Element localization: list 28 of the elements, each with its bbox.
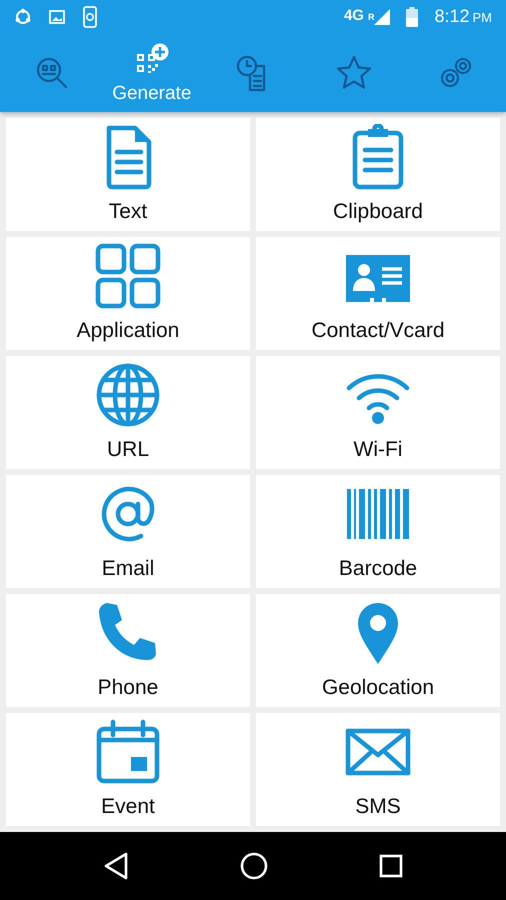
back-icon[interactable]: [103, 852, 130, 880]
home-icon[interactable]: [240, 852, 268, 880]
generate-option[interactable]: Application: [6, 237, 250, 350]
phone-update-icon: [82, 6, 98, 28]
generate-option[interactable]: Wi-Fi: [256, 356, 500, 469]
generate-option[interactable]: Barcode: [256, 475, 500, 588]
app-grid-icon: [95, 243, 161, 309]
recents-icon[interactable]: [378, 854, 403, 878]
star-icon: [335, 54, 374, 92]
generate-option[interactable]: Text: [6, 118, 250, 231]
generate-option[interactable]: Geolocation: [256, 594, 500, 707]
signal-icon: [374, 8, 390, 24]
network-type: 4G: [344, 6, 364, 26]
generate-option[interactable]: Clipboard: [256, 118, 500, 231]
generate-option[interactable]: Event: [6, 713, 250, 826]
calendar-icon: [95, 719, 161, 785]
generate-option[interactable]: Phone: [6, 594, 250, 707]
clock-period: PM: [472, 9, 492, 27]
generate-option[interactable]: URL: [6, 356, 250, 469]
image-icon: [48, 8, 66, 26]
sync-icon: [14, 8, 32, 26]
battery-icon: [406, 6, 418, 26]
globe-icon: [95, 362, 161, 428]
clock-time: 8:12: [434, 5, 470, 28]
generate-option[interactable]: SMS: [256, 713, 500, 826]
roaming-indicator: R: [368, 11, 374, 24]
generate-option[interactable]: Email: [6, 475, 250, 588]
generate-option[interactable]: Contact/Vcard: [256, 237, 500, 350]
